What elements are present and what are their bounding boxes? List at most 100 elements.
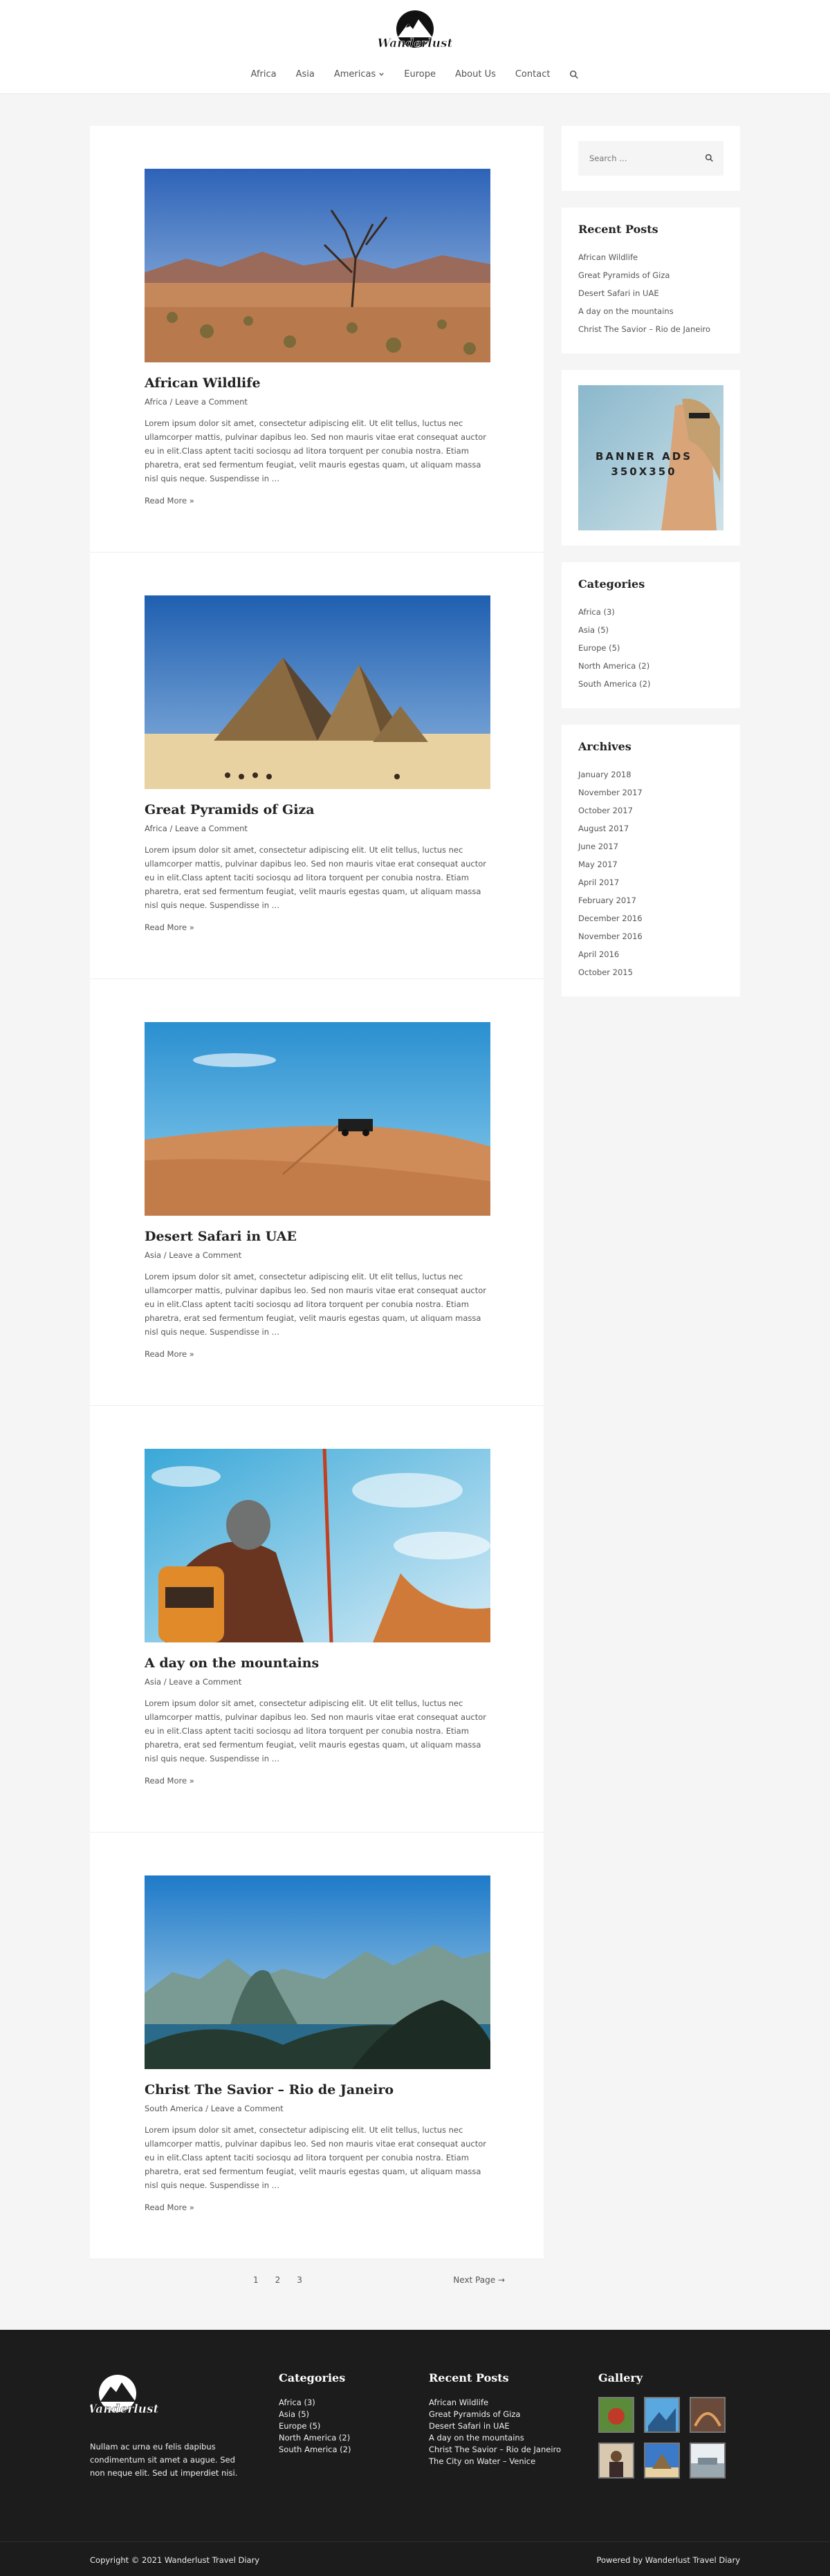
archive-link[interactable]: December 2016 xyxy=(578,914,643,923)
recent-post-link[interactable]: Christ The Savior – Rio de Janeiro xyxy=(578,324,710,334)
post-category-link[interactable]: Africa xyxy=(145,397,167,407)
post-card: Desert Safari in UAE Asia / Leave a Comm… xyxy=(90,979,544,1406)
powered-by-text: Powered by Wanderlust Travel Diary xyxy=(596,2555,741,2565)
archive-link[interactable]: November 2017 xyxy=(578,788,643,797)
svg-text:Wanderlust: Wanderlust xyxy=(90,2402,159,2416)
recent-post-link[interactable]: Desert Safari in UAE xyxy=(578,288,659,298)
archive-link[interactable]: February 2017 xyxy=(578,896,636,905)
footer-recent-link[interactable]: African Wildlife xyxy=(429,2398,488,2407)
post-title[interactable]: Christ The Savior – Rio de Janeiro xyxy=(145,2082,394,2097)
nav-search-button[interactable] xyxy=(569,69,579,80)
post-excerpt: Lorem ipsum dolor sit amet, consectetur … xyxy=(145,1272,486,1337)
archives-widget: Archives January 2018 November 2017 Octo… xyxy=(562,725,740,997)
footer-logo[interactable]: Wanderlust xyxy=(83,2371,180,2422)
footer-category-link[interactable]: North America (2) xyxy=(279,2433,350,2443)
archive-link[interactable]: November 2016 xyxy=(578,932,643,941)
gallery-thumb[interactable] xyxy=(644,2443,680,2478)
category-link[interactable]: Asia (5) xyxy=(578,625,609,635)
nav-contact[interactable]: Contact xyxy=(515,69,551,80)
nav-about[interactable]: About Us xyxy=(455,69,496,80)
gallery-thumb[interactable] xyxy=(598,2443,634,2478)
post-meta: Africa / Leave a Comment xyxy=(145,397,248,407)
footer-category-link[interactable]: Africa (3) xyxy=(279,2398,315,2407)
site-logo[interactable]: Wanderlust xyxy=(370,8,460,54)
nav-americas[interactable]: Americas xyxy=(334,69,385,80)
search-icon xyxy=(570,70,579,79)
post-excerpt: Lorem ipsum dolor sit amet, consectetur … xyxy=(145,418,486,483)
next-page-link[interactable]: Next Page → xyxy=(453,2275,505,2285)
gallery-thumb[interactable] xyxy=(598,2397,634,2433)
post-category-link[interactable]: Asia xyxy=(145,1677,161,1687)
archive-link[interactable]: April 2016 xyxy=(578,949,619,959)
archive-link[interactable]: April 2017 xyxy=(578,878,619,887)
gallery-thumb[interactable] xyxy=(690,2397,726,2433)
gallery-thumb[interactable] xyxy=(644,2397,680,2433)
category-link[interactable]: North America (2) xyxy=(578,661,649,671)
footer-recent-link[interactable]: The City on Water – Venice xyxy=(429,2456,535,2466)
archive-link[interactable]: October 2015 xyxy=(578,967,633,977)
category-link[interactable]: Europe (5) xyxy=(578,643,620,653)
post-comment-link[interactable]: Leave a Comment xyxy=(169,1250,241,1260)
recent-posts-widget: Recent Posts African Wildlife Great Pyra… xyxy=(562,207,740,353)
search-icon[interactable] xyxy=(705,154,714,163)
page-2-link[interactable]: 2 xyxy=(275,2275,281,2285)
search-box xyxy=(578,141,723,176)
post-image-rio[interactable] xyxy=(145,1875,490,2069)
nav-africa[interactable]: Africa xyxy=(251,69,277,80)
category-link[interactable]: Africa (3) xyxy=(578,607,615,617)
post-category-link[interactable]: South America xyxy=(145,2104,203,2113)
gallery-thumb[interactable] xyxy=(690,2443,726,2478)
recent-post-link[interactable]: A day on the mountains xyxy=(578,306,674,316)
recent-post-link[interactable]: African Wildlife xyxy=(578,252,638,262)
banner-ad[interactable]: BANNER ADS 350X350 xyxy=(578,385,723,530)
footer-recent-link[interactable]: Desert Safari in UAE xyxy=(429,2421,510,2431)
category-link[interactable]: South America (2) xyxy=(578,679,650,689)
archive-link[interactable]: June 2017 xyxy=(578,842,618,851)
post-title[interactable]: African Wildlife xyxy=(145,376,261,391)
post-title[interactable]: Desert Safari in UAE xyxy=(145,1229,297,1244)
page-1-link[interactable]: 1 xyxy=(253,2275,259,2285)
post-image-hiker[interactable] xyxy=(145,1449,490,1642)
archive-link[interactable]: January 2018 xyxy=(578,770,631,779)
post-meta: Asia / Leave a Comment xyxy=(145,1677,242,1687)
recent-post-link[interactable]: Great Pyramids of Giza xyxy=(578,270,670,280)
post-image-desert-jeep[interactable] xyxy=(145,1022,490,1216)
footer-categories: Categories Africa (3) Asia (5) Europe (5… xyxy=(279,2371,351,2456)
post-excerpt: Lorem ipsum dolor sit amet, consectetur … xyxy=(145,2125,486,2190)
footer-category-link[interactable]: Europe (5) xyxy=(279,2421,320,2431)
archive-link[interactable]: May 2017 xyxy=(578,860,618,869)
footer-recent-link[interactable]: Great Pyramids of Giza xyxy=(429,2409,520,2419)
post-title[interactable]: A day on the mountains xyxy=(145,1656,319,1671)
svg-text:BANNER ADS: BANNER ADS xyxy=(596,450,692,463)
post-comment-link[interactable]: Leave a Comment xyxy=(175,397,248,407)
post-image-desert-tree[interactable] xyxy=(145,169,490,362)
read-more-link[interactable]: Read More » xyxy=(145,1776,194,1786)
nav-label: Asia xyxy=(295,69,315,80)
widget-title: Categories xyxy=(578,577,645,591)
nav-asia[interactable]: Asia xyxy=(296,69,315,80)
footer-recent-link[interactable]: Christ The Savior – Rio de Janeiro xyxy=(429,2445,561,2454)
post-title[interactable]: Great Pyramids of Giza xyxy=(145,802,315,817)
page-3-link[interactable]: 3 xyxy=(297,2275,302,2285)
post-category-link[interactable]: Asia xyxy=(145,1250,161,1260)
footer-category-link[interactable]: South America (2) xyxy=(279,2445,351,2454)
archive-link[interactable]: October 2017 xyxy=(578,806,633,815)
nav-label: Americas xyxy=(333,69,376,80)
read-more-link[interactable]: Read More » xyxy=(145,923,194,932)
widget-title: Recent Posts xyxy=(578,223,658,236)
footer-recent-link[interactable]: A day on the mountains xyxy=(429,2433,524,2443)
nav-europe[interactable]: Europe xyxy=(404,69,436,80)
read-more-link[interactable]: Read More » xyxy=(145,2203,194,2212)
chevron-down-icon xyxy=(379,73,384,76)
read-more-link[interactable]: Read More » xyxy=(145,1349,194,1359)
footer-widget-title: Categories xyxy=(279,2371,346,2384)
read-more-link[interactable]: Read More » xyxy=(145,496,194,506)
post-category-link[interactable]: Africa xyxy=(145,824,167,833)
post-comment-link[interactable]: Leave a Comment xyxy=(211,2104,284,2113)
post-image-pyramids[interactable] xyxy=(145,595,490,789)
post-comment-link[interactable]: Leave a Comment xyxy=(175,824,248,833)
archive-link[interactable]: August 2017 xyxy=(578,824,629,833)
footer-category-link[interactable]: Asia (5) xyxy=(279,2409,309,2419)
search-input[interactable] xyxy=(578,141,723,176)
post-comment-link[interactable]: Leave a Comment xyxy=(169,1677,241,1687)
